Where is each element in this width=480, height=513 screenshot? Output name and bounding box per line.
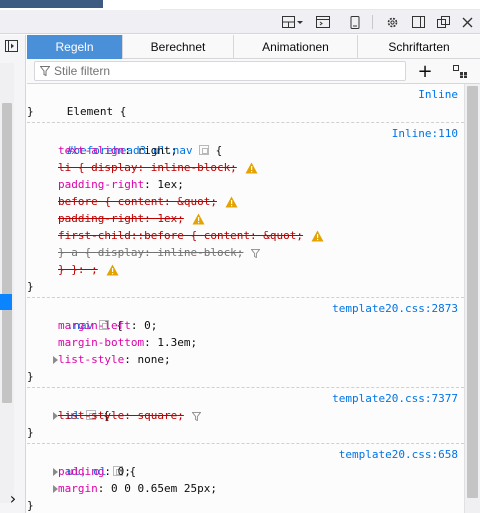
property-name[interactable]: padding-right [58,178,144,191]
rules-list: Element { Inline } #beforehead3 ul.nav{ … [27,84,464,513]
declaration-invalid[interactable]: } }: ; [27,261,464,278]
property-name[interactable]: margin-bottom [58,336,144,349]
invalid-declaration-text[interactable]: before { content: &quot; [58,195,217,208]
property-name[interactable]: list-style [58,409,124,422]
expand-twisty-icon[interactable] [53,356,58,364]
page-decoration [160,0,480,10]
property-name[interactable]: margin [58,482,98,495]
rule-close-brace: } [27,105,34,118]
toolbar-separator [372,15,373,29]
tab-computed[interactable]: Berechnet [123,35,234,59]
declaration-invalid[interactable]: first-child::before { content: &quot; [27,227,464,244]
property-value[interactable]: 1ex [157,178,177,191]
warning-icon [245,162,258,174]
property-value[interactable]: none [137,353,164,366]
filter-styles-field[interactable]: Stile filtern [34,61,406,81]
rules-scrollbar-thumb[interactable] [467,86,478,498]
invalid-declaration-text[interactable]: li { display: inline-block; [58,161,237,174]
invalid-declaration-text[interactable]: padding-right: 1ex; [58,212,184,225]
add-rule-button[interactable]: + [415,61,435,82]
rules-scrollbar[interactable] [464,84,480,513]
invalid-declaration-text[interactable]: first-child::before { content: &quot; [58,229,303,242]
rule-ul: ul{ template20.css:7377 list-style: squa… [27,388,464,444]
expand-twisty-icon[interactable] [53,485,58,493]
declaration[interactable]: padding: 0; [27,463,464,480]
declaration-invalid[interactable]: before { content: &quot; [27,193,464,210]
expand-twisty-icon[interactable] [53,412,58,420]
dock-side-icon[interactable] [408,13,428,31]
declaration[interactable]: list-style: none; [27,351,464,368]
split-console-icon[interactable] [313,13,333,31]
rule-source-link[interactable]: Inline [418,86,458,103]
warning-icon [225,196,238,208]
tab-rules[interactable]: Regeln [27,35,123,59]
declaration-invalid[interactable]: padding-right: 1ex; [27,210,464,227]
declaration[interactable]: text-align: right; [27,142,464,159]
rule-element: Element { Inline } [27,84,464,123]
filter-toolbar: Stile filtern + [27,59,480,84]
property-name[interactable]: padding [58,465,104,478]
rule-ul-ol: ul, ol{ template20.css:658 padding: 0; m… [27,444,464,513]
expand-twisty-icon[interactable] [53,468,58,476]
toggle-sidebar-icon[interactable] [3,38,19,54]
property-name[interactable]: list-style [58,353,124,366]
property-name[interactable]: margin-left [58,319,131,332]
property-value[interactable]: 1.3em [157,336,190,349]
markup-scrollbar[interactable] [0,63,14,503]
markup-panel-edge: › [0,35,26,513]
property-value[interactable]: 0 [144,319,151,332]
declaration[interactable]: margin-bottom: 1.3em; [27,334,464,351]
warning-icon [106,264,119,276]
rule-close-brace: } [27,426,34,439]
rule-close-brace: } [27,499,34,512]
declaration[interactable]: margin: 0 0 0.65em 25px; [27,480,464,497]
declaration-overridden[interactable]: list-style: square; [27,407,464,424]
popout-icon[interactable] [433,13,453,31]
filter-placeholder: Stile filtern [54,64,111,78]
declaration-invalid[interactable]: li { display: inline-block; [27,159,464,176]
declaration[interactable]: margin-left: 0; [27,317,464,334]
rule-source-link[interactable]: template20.css:2873 [332,300,458,317]
rule-nav: .nav{ template20.css:2873 margin-left: 0… [27,298,464,388]
warning-icon [192,213,205,225]
rule-close-brace: } [27,280,34,293]
chevron-right-icon[interactable]: › [6,489,20,508]
dock-layout-icon[interactable] [280,13,306,31]
responsive-design-icon[interactable] [345,13,365,31]
markup-scrollbar-thumb[interactable] [2,103,12,403]
overridden-declaration-text[interactable]: } a { display: inline-block; [58,246,243,259]
property-value[interactable]: 0 0 0.65em 25px [111,482,210,495]
rule-close-brace: } [27,370,34,383]
settings-icon[interactable] [382,13,402,31]
property-value[interactable]: right [137,144,170,157]
filter-icon [40,66,50,76]
declaration-overridden[interactable]: } a { display: inline-block; [27,244,464,261]
page-background-strip [0,0,480,10]
warning-icon [311,230,324,242]
rule-source-link[interactable]: template20.css:7377 [332,390,458,407]
rule-source-link[interactable]: template20.css:658 [339,446,458,463]
property-value[interactable]: square [137,409,177,422]
rule-beforehead3-nav: #beforehead3 ul.nav{ Inline:110 text-ali… [27,123,464,298]
devtools-toolbar [0,10,480,34]
close-icon[interactable] [457,13,477,31]
tab-animations[interactable]: Animationen [234,35,358,59]
filter-icon[interactable] [191,411,201,421]
sidebar-tabs: Regeln Berechnet Animationen Schriftarte… [27,35,480,59]
selected-node-marker [0,294,12,310]
toggle-classes-icon[interactable] [450,62,470,80]
rule-source-link[interactable]: Inline:110 [392,125,458,142]
invalid-declaration-text[interactable]: } }: ; [58,263,98,276]
declaration[interactable]: padding-right: 1ex; [27,176,464,193]
filter-icon[interactable] [251,248,261,258]
property-name[interactable]: text-align [58,144,124,157]
page-header-bar [0,0,103,8]
tab-fonts[interactable]: Schriftarten [358,35,480,59]
